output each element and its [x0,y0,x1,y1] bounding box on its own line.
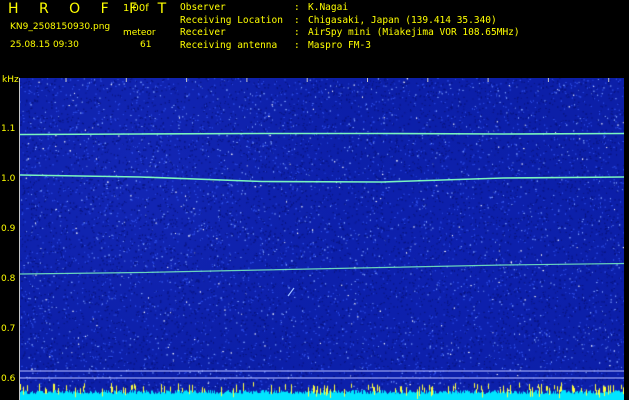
y-tick-label: 1.0 [1,174,16,184]
trace-overlay [20,78,624,379]
info-key: Receiver [180,27,226,38]
app-brand: H R O F F T [8,1,175,17]
info-key: Receiving Location [180,14,283,26]
y-tick-label: 1.1 [1,124,16,134]
carrier-trace [20,132,624,136]
meteor-echo [287,287,295,297]
info-row-observer: Observer: K.Nagai [180,2,349,13]
info-key: Receiving antenna [180,39,278,51]
meteor-label: meteor [123,28,156,38]
header-panel: H R O F F T 1.00f KN9_2508150930.png 25.… [0,0,629,77]
info-row-antenna: Receiving antenna: Maspro FM-3 [180,39,371,51]
info-row-location: Receiving Location: Chigasaki, Japan (139… [180,14,497,26]
info-key: Observer [180,2,226,13]
y-axis-unit: kHz [2,75,19,85]
info-value: Chigasaki, Japan (139.414 35.340) [308,14,497,26]
carrier-trace [20,174,624,183]
y-tick-label: 0.7 [1,324,16,334]
station-info: Observer: K.Nagai Receiving Location: Chig… [180,2,520,52]
carrier-trace [20,262,624,275]
info-value: K.Nagai [308,2,349,13]
info-value: AirSpy mini (Miakejima VOR 108.65MHz) [308,27,520,38]
y-tick-label: 0.9 [1,224,16,234]
capture-datetime: 25.08.15 09:30 [10,40,79,50]
spectrogram-plot[interactable] [20,78,624,400]
file-name: KN9_2508150930.png [10,22,111,32]
meteor-count: 61 [140,40,152,50]
y-tick-label: 0.6 [1,374,16,384]
y-tick-label: 0.8 [1,274,16,284]
info-value: Maspro FM-3 [308,39,371,51]
app-version: 1.00f [123,3,149,14]
info-row-receiver: Receiver: AirSpy mini (Miakejima VOR 108.… [180,27,520,38]
